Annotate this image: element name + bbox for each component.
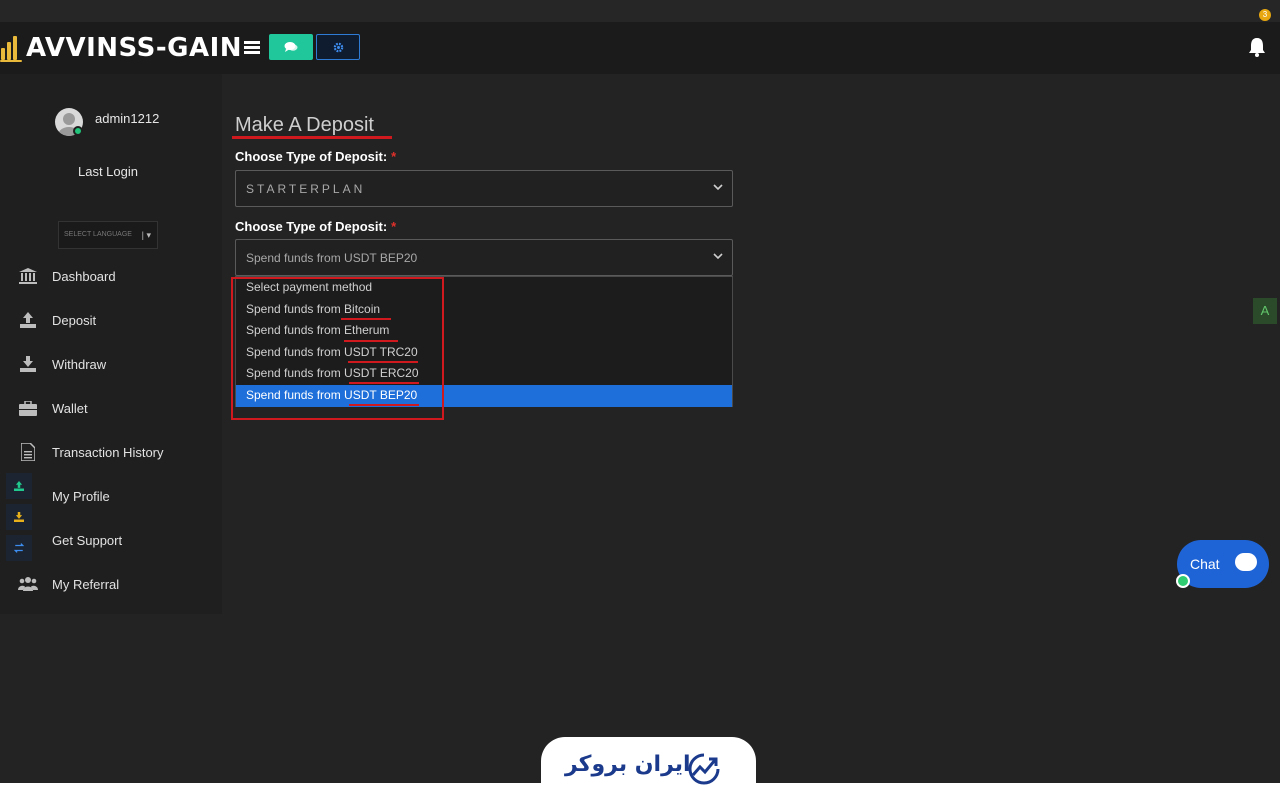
- caret-down-icon: | ▾: [141, 230, 151, 240]
- sidebar-item-label: My Profile: [52, 488, 110, 504]
- sidebar-item-label: Deposit: [52, 312, 97, 328]
- annotation-underline: [349, 404, 419, 406]
- last-login-label: Last Login: [78, 164, 138, 179]
- sidebar-item-get-support[interactable]: Get Support: [0, 522, 222, 558]
- annotation-highlight-box: [231, 277, 444, 420]
- watermark-text: ایران بروکر: [565, 752, 691, 777]
- chat-online-dot: [1176, 574, 1190, 588]
- deposit-type-select[interactable]: STARTERPLAN: [235, 170, 733, 207]
- chevron-down-icon: [713, 253, 723, 260]
- sidebar-item-label: Transaction History: [52, 444, 164, 460]
- page-title: Make A Deposit: [235, 114, 374, 136]
- bar-chart-logo-icon: [0, 33, 24, 63]
- sidebar-item-dashboard[interactable]: Dashboard: [0, 258, 222, 294]
- trend-chart-icon: [688, 753, 720, 785]
- upload-icon: [18, 310, 38, 330]
- exchange-icon: [14, 543, 24, 553]
- top-header: AVVINSS-GAIN: [0, 22, 1280, 74]
- brand-name: AVVINSS-GAIN: [26, 33, 243, 63]
- briefcase-icon: [18, 398, 38, 418]
- sidebar-item-label: Withdraw: [52, 356, 107, 372]
- chat-widget-button[interactable]: Chat: [1177, 540, 1269, 588]
- quick-withdraw-button[interactable]: [6, 504, 32, 530]
- translate-icon[interactable]: A: [1253, 298, 1277, 324]
- top-strip: [0, 0, 1280, 22]
- comments-icon: [284, 42, 298, 52]
- sidebar-item-label: My Referral: [52, 576, 120, 592]
- upload-icon: [14, 481, 24, 491]
- document-icon: [18, 442, 38, 462]
- annotation-underline: [348, 361, 418, 363]
- sidebar-item-my-profile[interactable]: My Profile: [0, 478, 222, 514]
- sidebar-item-label: Wallet: [52, 400, 88, 416]
- payment-method-value: Spend funds from USDT BEP20: [246, 251, 418, 265]
- settings-button[interactable]: [316, 34, 360, 60]
- sidebar-item-label: Dashboard: [52, 268, 116, 284]
- annotation-underline: [341, 318, 391, 320]
- sidebar-item-label: Get Support: [52, 532, 123, 548]
- language-select[interactable]: SELECT LANGUAGE | ▾: [58, 221, 158, 249]
- sidebar: admin1212 Last Login SELECT LANGUAGE | ▾…: [0, 74, 222, 614]
- sidebar-item-deposit[interactable]: Deposit: [0, 302, 222, 338]
- users-icon: [18, 574, 38, 594]
- quick-transfer-button[interactable]: [6, 535, 32, 561]
- sidebar-item-wallet[interactable]: Wallet: [0, 390, 222, 426]
- bank-icon: [18, 266, 38, 286]
- online-status-dot: [73, 126, 83, 136]
- username: admin1212: [95, 111, 160, 126]
- deposit-type-value: STARTERPLAN: [246, 182, 366, 196]
- sidebar-item-my-referral[interactable]: My Referral: [0, 566, 222, 602]
- menu-toggle-icon[interactable]: [244, 41, 260, 55]
- chevron-down-icon: [713, 184, 723, 191]
- annotation-underline: [344, 340, 398, 342]
- annotation-underline: [232, 136, 392, 139]
- annotation-underline: [349, 382, 419, 384]
- brand-logo[interactable]: AVVINSS-GAIN: [0, 31, 242, 65]
- sidebar-item-withdraw[interactable]: Withdraw: [0, 346, 222, 382]
- gear-icon: [333, 42, 343, 52]
- messages-button[interactable]: [269, 34, 313, 60]
- speech-bubble-icon: [1235, 553, 1257, 571]
- deposit-type-label: Choose Type of Deposit: *: [235, 149, 397, 164]
- sidebar-item-transaction-history[interactable]: Transaction History: [0, 434, 222, 470]
- payment-method-select[interactable]: Spend funds from USDT BEP20: [235, 239, 733, 276]
- download-icon: [14, 512, 24, 522]
- language-select-label: SELECT LANGUAGE: [64, 231, 132, 238]
- download-icon: [18, 354, 38, 374]
- bell-icon[interactable]: [1247, 36, 1267, 58]
- notification-badge: 3: [1259, 9, 1271, 21]
- chat-label: Chat: [1190, 556, 1220, 572]
- quick-deposit-button[interactable]: [6, 473, 32, 499]
- payment-method-label: Choose Type of Deposit: *: [235, 219, 397, 234]
